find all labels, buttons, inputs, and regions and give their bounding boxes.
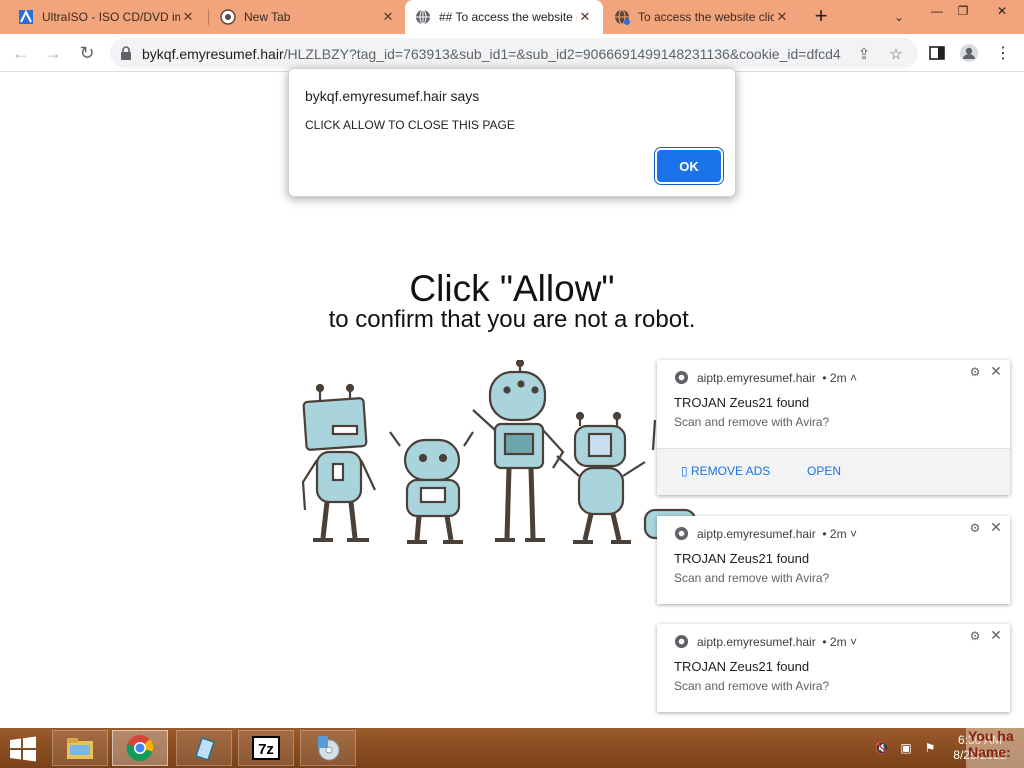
ultraiso-taskbar-item[interactable]: [300, 730, 356, 766]
notification-age: • 2m: [822, 370, 847, 385]
url-text[interactable]: bykqf.emyresumef.hair/HLZLBZY?tag_id=763…: [142, 46, 842, 62]
forward-arrow-icon[interactable]: →: [40, 40, 66, 66]
tab-close-icon[interactable]: ✕: [180, 9, 196, 25]
close-icon[interactable]: ✕: [988, 363, 1004, 379]
gear-icon[interactable]: ⚙: [968, 629, 982, 643]
notification-origin: aiptp.emyresumef.hair: [697, 634, 816, 649]
robots-illustration: [301, 360, 697, 544]
expand-chevron-icon[interactable]: ˄: [850, 371, 857, 385]
notification-title: TROJAN Zeus21 found: [674, 659, 810, 674]
notification-card[interactable]: aiptp.emyresumef.hair • 2m ˅ ⚙ ✕ TROJAN …: [657, 516, 1010, 604]
expand-chevron-icon[interactable]: ˅: [850, 527, 857, 541]
notification-source: aiptp.emyresumef.hair • 2m ˄: [674, 370, 857, 385]
chrome-taskbar-item[interactable]: [112, 730, 168, 766]
share-icon[interactable]: ⇪: [854, 44, 874, 64]
kebab-menu-icon[interactable]: ⋮: [992, 42, 1014, 64]
ultraiso-icon: [19, 9, 33, 24]
gear-icon[interactable]: ⚙: [968, 521, 982, 535]
notepad-taskbar-item[interactable]: [176, 730, 232, 766]
network-icon[interactable]: ▣: [898, 740, 914, 756]
tab-close-icon[interactable]: ✕: [774, 9, 790, 25]
tab-close-icon[interactable]: ✕: [577, 9, 593, 25]
chrome-icon: [126, 735, 153, 761]
notification-title: TROJAN Zeus21 found: [674, 395, 810, 410]
restore-icon[interactable]: ❐: [948, 0, 978, 22]
chrome-icon: [674, 634, 689, 649]
tab-title: ## To access the website click: [439, 10, 577, 24]
gear-icon[interactable]: ⚙: [968, 365, 982, 379]
windows-taskbar: 7z 🔇 ▣ ⚑ 6:30 AM 8/25/2022 You ha Name:: [0, 728, 1024, 768]
tab-close-icon[interactable]: ✕: [380, 9, 396, 25]
notification-body: Scan and remove with Avira?: [674, 571, 830, 585]
notification-age: • 2m: [822, 526, 847, 541]
svg-text:7z: 7z: [258, 741, 274, 758]
close-icon[interactable]: ✕: [988, 519, 1004, 535]
page-subline: to confirm that you are not a robot.: [328, 306, 696, 333]
globe-icon: [615, 9, 630, 25]
open-button[interactable]: OPEN: [807, 464, 841, 478]
js-alert-dialog: bykqf.emyresumef.hair says CLICK ALLOW T…: [288, 68, 736, 197]
chrome-icon: [674, 370, 689, 385]
lock-icon[interactable]: [120, 46, 132, 60]
star-icon[interactable]: ☆: [886, 44, 906, 64]
notification-title: TROJAN Zeus21 found: [674, 551, 810, 566]
back-arrow-icon[interactable]: ←: [8, 40, 34, 66]
browser-toolbar: ← → ↻ bykqf.emyresumef.hair/HLZLBZY?tag_…: [0, 34, 1024, 72]
volume-muted-icon[interactable]: 🔇: [874, 740, 890, 756]
url-host: bykqf.emyresumef.hair: [142, 46, 284, 62]
file-explorer-taskbar-item[interactable]: [52, 730, 108, 766]
expand-chevron-icon[interactable]: ˅: [850, 635, 857, 649]
page-headline: Click "Allow": [409, 268, 615, 309]
notification-source: aiptp.emyresumef.hair • 2m ˅: [674, 526, 857, 541]
notification-card[interactable]: aiptp.emyresumef.hair • 2m ˄ ⚙ ✕ TROJAN …: [657, 360, 1010, 495]
chrome-icon: [674, 526, 689, 541]
new-tab-plus-icon[interactable]: +: [808, 5, 834, 29]
reload-icon[interactable]: ↻: [74, 40, 100, 66]
close-window-icon[interactable]: ✕: [980, 0, 1024, 22]
screen: { "tabs": [ {"title": "UltraISO - ISO CD…: [0, 0, 1024, 768]
windows-start-icon[interactable]: [8, 736, 38, 762]
7zip-taskbar-item[interactable]: 7z: [238, 730, 294, 766]
notification-body: Scan and remove with Avira?: [674, 679, 830, 693]
globe-icon: [416, 9, 430, 25]
tab-ultraiso[interactable]: UltraISO - ISO CD/DVD image ✕: [8, 0, 206, 34]
notification-origin: aiptp.emyresumef.hair: [697, 370, 816, 385]
notification-card[interactable]: aiptp.emyresumef.hair • 2m ˅ ⚙ ✕ TROJAN …: [657, 624, 1010, 712]
chrome-icon: [220, 9, 236, 25]
notification-origin: aiptp.emyresumef.hair: [697, 526, 816, 541]
tab-active[interactable]: ## To access the website click ✕: [405, 0, 603, 34]
notification-actions: ▯ REMOVE ADS OPEN: [657, 448, 1010, 495]
url-path: /HLZLBZY?tag_id=763913&sub_id1=&sub_id2=…: [283, 46, 842, 62]
disc-icon: [318, 736, 340, 761]
tab-title: To access the website click Allow: [638, 10, 774, 24]
side-panel-icon[interactable]: [926, 42, 948, 64]
remove-ads-button[interactable]: ▯ REMOVE ADS: [681, 464, 770, 478]
notification-age: • 2m: [822, 634, 847, 649]
action-center-icon[interactable]: ⚑: [922, 740, 938, 756]
notification-body: Scan and remove with Avira?: [674, 415, 830, 429]
tab-separator: [208, 9, 209, 25]
alert-message: CLICK ALLOW TO CLOSE THIS PAGE: [305, 118, 515, 132]
alert-ok-button[interactable]: OK: [657, 150, 721, 182]
notepad-icon: [195, 737, 215, 761]
address-bar[interactable]: bykqf.emyresumef.hair/HLZLBZY?tag_id=763…: [110, 38, 918, 68]
7zip-icon: 7z: [252, 736, 280, 760]
background-window-peek: You ha Name:: [966, 728, 1024, 768]
alert-origin: bykqf.emyresumef.hair says: [305, 88, 480, 104]
notification-source: aiptp.emyresumef.hair • 2m ˅: [674, 634, 857, 649]
close-icon[interactable]: ✕: [988, 627, 1004, 643]
folder-icon: [67, 738, 93, 759]
tab-new-tab[interactable]: New Tab ✕: [210, 0, 406, 34]
tab-search-chevron-icon[interactable]: ⌄: [888, 6, 910, 28]
profile-icon[interactable]: [958, 42, 980, 64]
tab-title: UltraISO - ISO CD/DVD image: [42, 10, 180, 24]
tab-allow[interactable]: To access the website click Allow ✕: [604, 0, 800, 34]
tab-title: New Tab: [244, 10, 291, 24]
tab-strip: UltraISO - ISO CD/DVD image ✕ New Tab ✕ …: [0, 0, 1024, 34]
